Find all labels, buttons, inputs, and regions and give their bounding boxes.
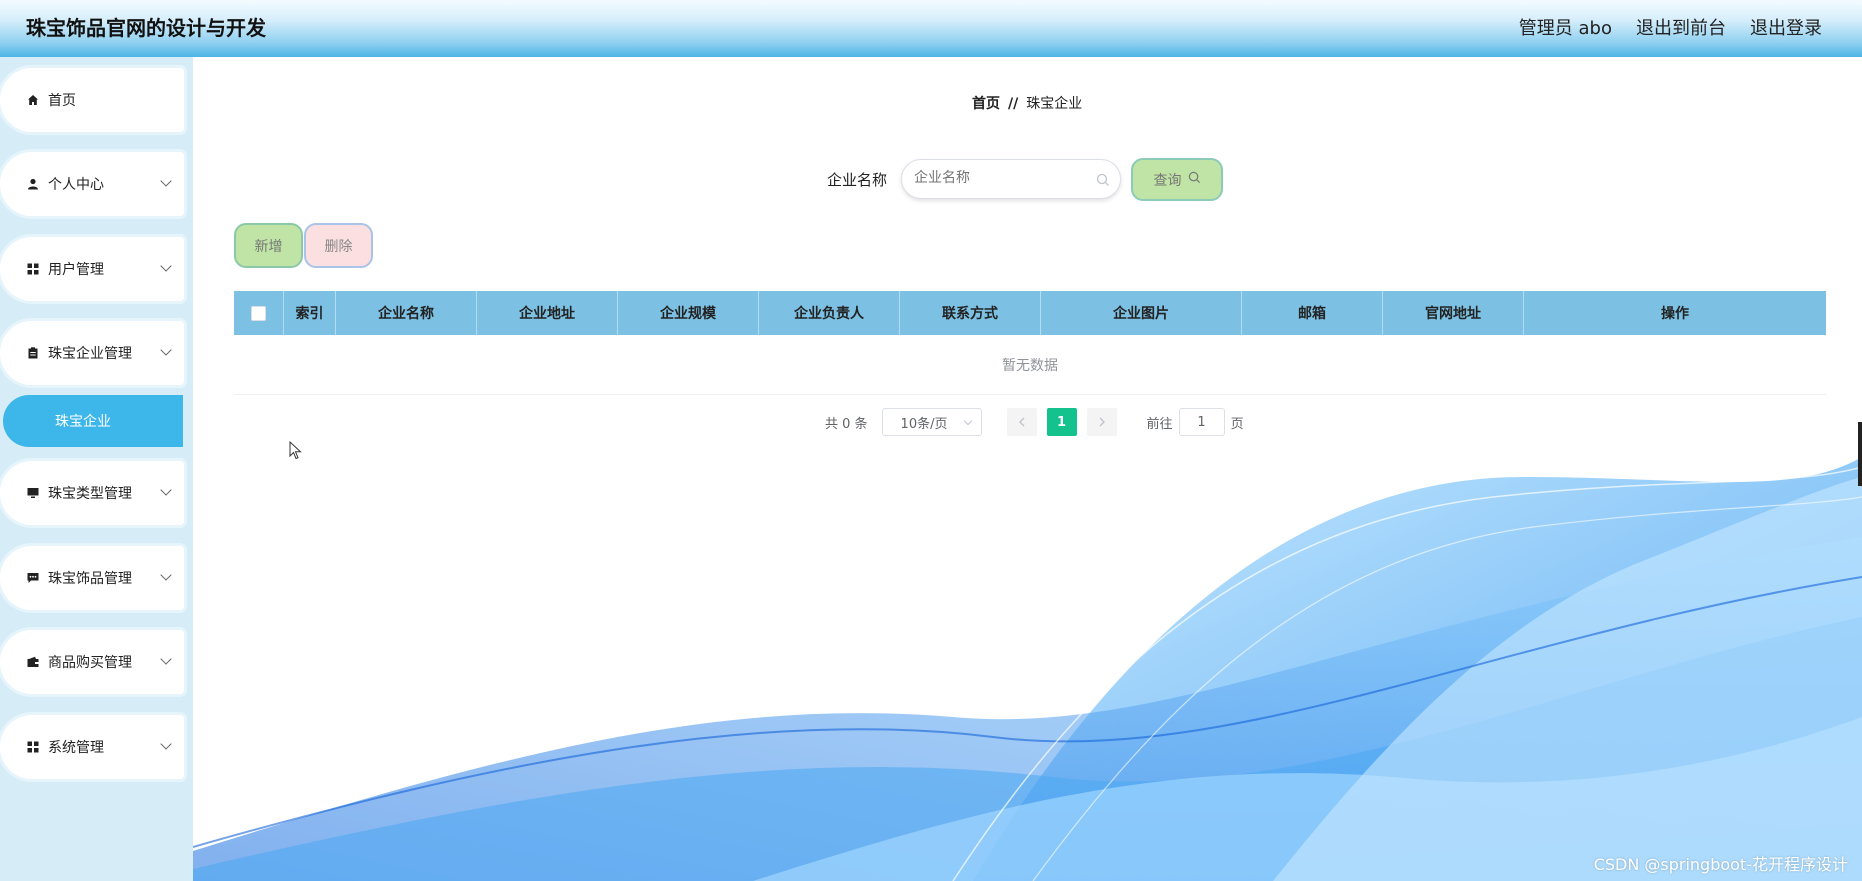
sidebar-item-label: 商品购买管理	[48, 655, 132, 671]
select-all-cell	[234, 291, 284, 335]
query-button-label: 查询	[1153, 172, 1182, 189]
top-bar: 珠宝饰品官网的设计与开发 管理员 abo 退出到前台 退出登录	[0, 0, 1862, 57]
query-button[interactable]: 查询	[1131, 158, 1223, 201]
top-actions: 管理员 abo 退出到前台 退出登录	[1519, 14, 1822, 40]
page-number-button[interactable]: 1	[1046, 408, 1077, 436]
sidebar-item-personal-center[interactable]: 个人中心	[0, 152, 184, 216]
chevron-down-icon	[160, 653, 172, 665]
search-icon	[1188, 171, 1201, 188]
page-size-value: 10条/页	[900, 416, 948, 432]
column-header: 企业负责人	[759, 291, 900, 335]
main-content: 首页 // 珠宝企业 企业名称 查询 新增 删除 索引 企业名称 企业地址 企业规模…	[193, 57, 1862, 881]
chevron-left-icon	[1018, 417, 1025, 427]
column-header: 企业地址	[477, 291, 618, 335]
select-all-checkbox[interactable]	[251, 305, 266, 321]
grid-icon	[26, 262, 40, 276]
chevron-down-icon	[160, 484, 172, 496]
chevron-down-icon	[160, 569, 172, 581]
admin-label: 管理员 abo	[1518, 18, 1612, 39]
sidebar-item-jewelry-company-management[interactable]: 珠宝企业管理	[0, 321, 184, 385]
user-icon	[26, 177, 40, 191]
column-header: 企业名称	[336, 291, 477, 335]
sidebar-item-label: 系统管理	[48, 740, 104, 756]
goto-page: 前往 页	[1147, 408, 1244, 436]
sidebar-item-purchase-management[interactable]: 商品购买管理	[0, 630, 184, 694]
breadcrumb-home[interactable]: 首页	[972, 96, 1000, 112]
sidebar-item-label: 个人中心	[48, 177, 104, 193]
add-button[interactable]: 新增	[234, 223, 303, 268]
chevron-down-icon	[160, 738, 172, 750]
table-empty-row: 暂无数据	[234, 335, 1826, 395]
chat-icon	[26, 571, 40, 585]
sidebar-item-jewelry-product-management[interactable]: 珠宝饰品管理	[0, 546, 184, 610]
monitor-icon	[26, 486, 40, 500]
sidebar-item-system-management[interactable]: 系统管理	[0, 715, 184, 779]
pagination-total: 共 0 条	[825, 416, 868, 432]
goto-prefix: 前往	[1146, 416, 1173, 432]
column-header: 操作	[1661, 306, 1689, 322]
breadcrumb: 首页 // 珠宝企业	[972, 93, 1082, 113]
delete-button[interactable]: 删除	[304, 223, 373, 268]
chevron-right-icon	[1099, 417, 1105, 427]
sidebar-item-label: 珠宝类型管理	[48, 486, 132, 502]
column-header: 邮箱	[1242, 291, 1383, 335]
app-title: 珠宝饰品官网的设计与开发	[26, 16, 266, 40]
column-header: 官网地址	[1383, 291, 1524, 335]
search-label: 企业名称	[827, 171, 888, 189]
sidebar: 首页 个人中心 用户管理 珠宝企业管理 珠宝企业 珠宝类型管理 珠宝饰品管理 商…	[0, 57, 193, 881]
sidebar-item-jewelry-type-management[interactable]: 珠宝类型管理	[0, 461, 184, 525]
next-page-button[interactable]	[1086, 408, 1117, 436]
mouse-cursor-icon	[289, 440, 303, 465]
chevron-down-icon	[160, 260, 172, 272]
search-field[interactable]	[901, 159, 1121, 199]
breadcrumb-current: 珠宝企业	[1026, 96, 1083, 112]
exit-to-front-link[interactable]: 退出到前台	[1636, 14, 1726, 40]
grid-icon	[26, 740, 40, 754]
sidebar-item-home[interactable]: 首页	[0, 68, 184, 132]
column-header: 企业规模	[618, 291, 759, 335]
column-header: 企业图片	[1041, 291, 1242, 335]
goto-page-input[interactable]	[1178, 408, 1225, 436]
sidebar-item-label: 珠宝饰品管理	[48, 571, 132, 587]
wallet-icon	[26, 655, 40, 669]
home-icon	[26, 93, 40, 107]
sidebar-item-user-management[interactable]: 用户管理	[0, 237, 184, 301]
sidebar-item-label: 用户管理	[48, 262, 104, 278]
prev-page-button[interactable]	[1006, 408, 1037, 436]
page-size-select[interactable]: 10条/页	[881, 408, 982, 436]
scrollbar-thumb[interactable]	[1858, 422, 1862, 486]
empty-text: 暂无数据	[1002, 357, 1058, 374]
column-header: 联系方式	[900, 291, 1041, 335]
clipboard-icon	[26, 346, 40, 360]
sidebar-item-label: 珠宝企业管理	[48, 346, 132, 362]
table-header: 索引 企业名称 企业地址 企业规模 企业负责人 联系方式 企业图片 邮箱 官网地…	[234, 291, 1826, 335]
breadcrumb-separator: //	[1008, 96, 1019, 112]
sidebar-subitem-jewelry-company[interactable]: 珠宝企业	[3, 395, 183, 447]
company-name-input[interactable]	[914, 170, 1084, 186]
sidebar-item-label: 首页	[48, 93, 76, 109]
chevron-down-icon	[160, 344, 172, 356]
goto-suffix: 页	[1230, 416, 1244, 432]
chevron-down-icon	[160, 175, 172, 187]
search-icon	[1096, 172, 1110, 191]
column-header: 索引	[284, 291, 336, 335]
logout-link[interactable]: 退出登录	[1750, 14, 1822, 40]
pagination: 共 0 条 10条/页 1 前往 页	[825, 407, 1244, 437]
watermark: CSDN @springboot-花开程序设计	[1593, 855, 1848, 874]
chevron-down-icon	[963, 416, 972, 426]
